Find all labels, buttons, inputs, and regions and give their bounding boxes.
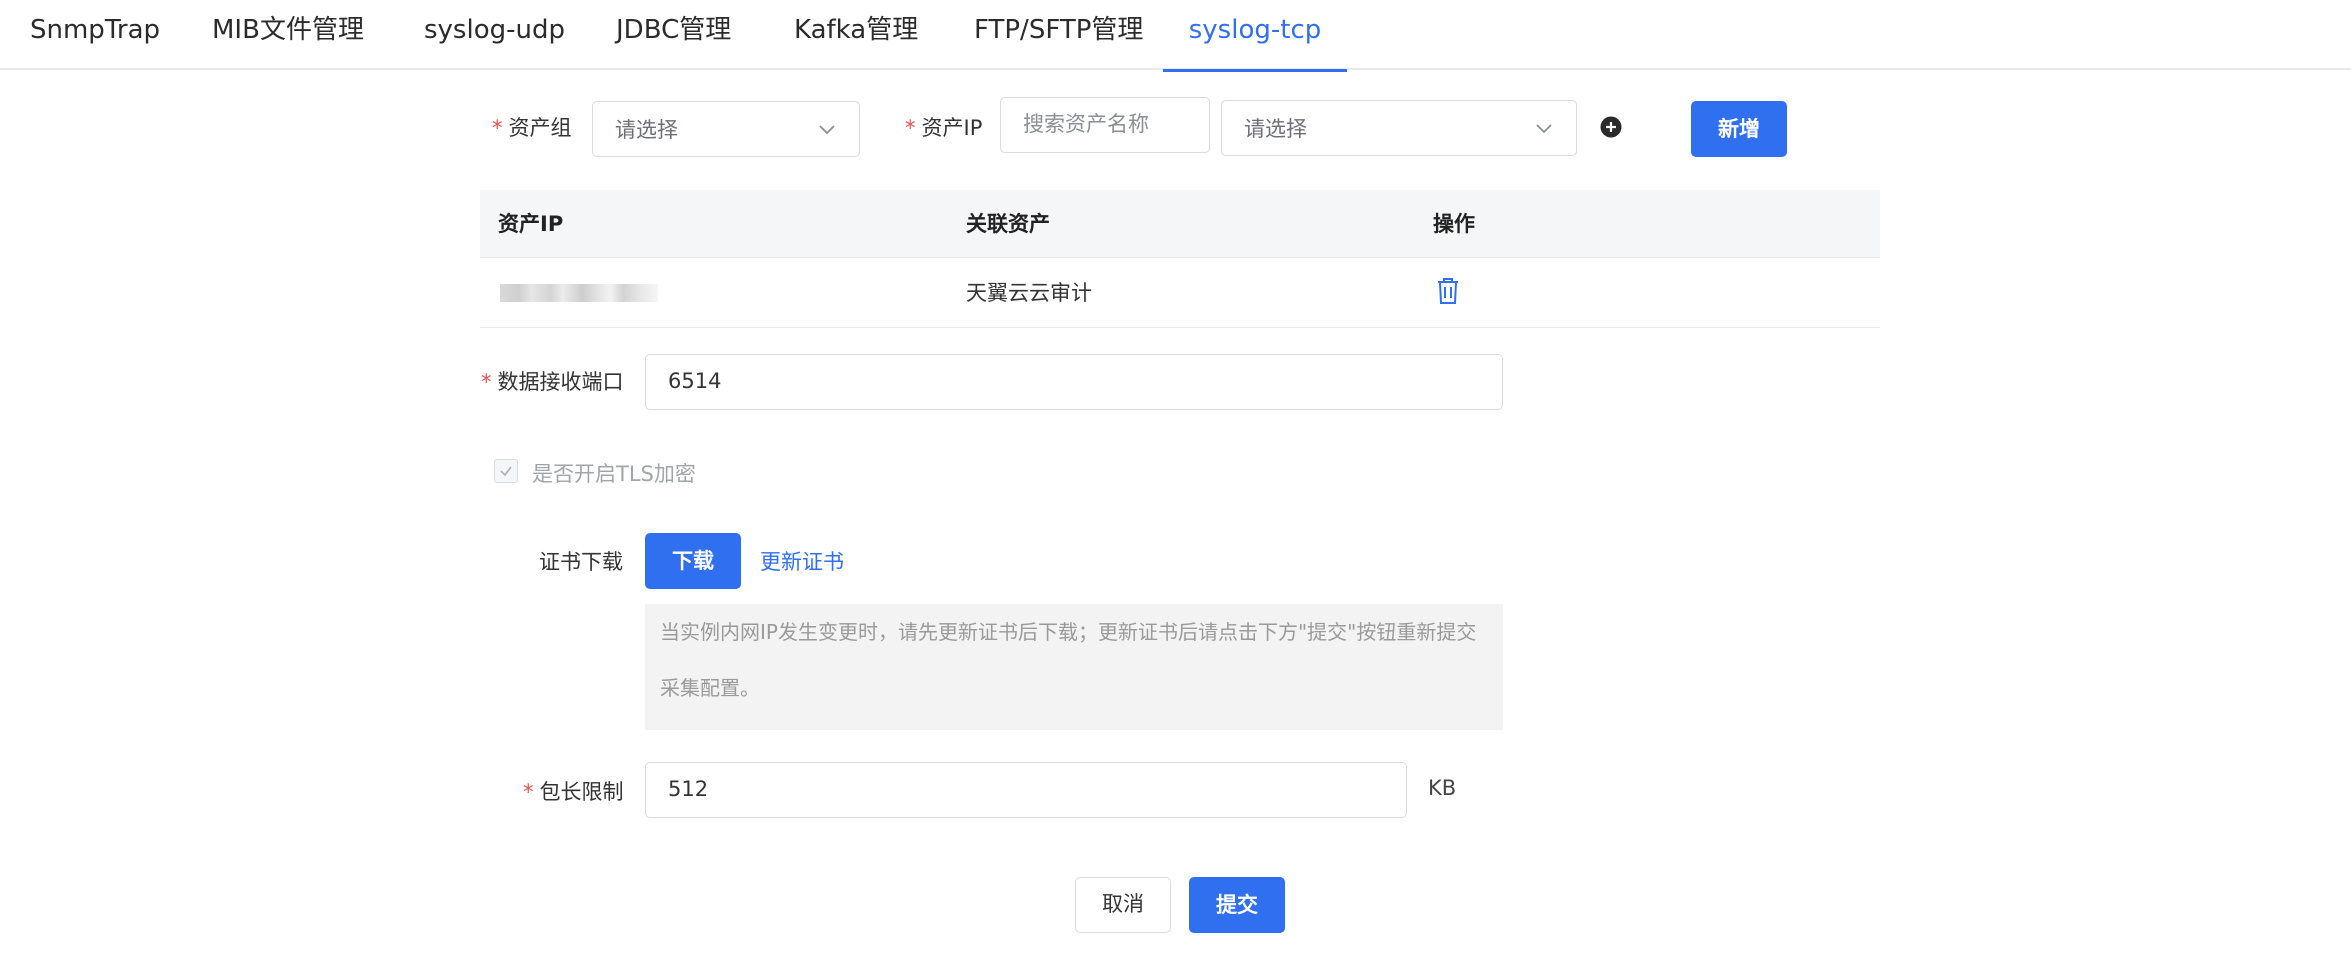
- tls-checkbox[interactable]: [494, 459, 518, 483]
- tab-jdbc[interactable]: JDBC管理: [616, 0, 731, 70]
- asset-name-search-input[interactable]: 搜索资产名称: [1000, 97, 1210, 153]
- trash-icon[interactable]: [1436, 277, 1460, 305]
- column-header-linked-asset: 关联资产: [966, 212, 1050, 236]
- port-input[interactable]: 6514: [645, 354, 1503, 410]
- required-mark: *: [905, 116, 916, 140]
- cert-info-note: 当实例内网IP发生变更时，请先更新证书后下载；更新证书后请点击下方"提交"按钮重…: [645, 604, 1503, 730]
- redacted-ip: [500, 284, 658, 302]
- column-header-actions: 操作: [1433, 212, 1475, 236]
- chevron-down-icon: [1536, 124, 1552, 134]
- table-row: 天翼云云审计: [480, 258, 1880, 328]
- tab-ftp-sftp[interactable]: FTP/SFTP管理: [974, 0, 1143, 70]
- submit-button[interactable]: 提交: [1189, 877, 1285, 933]
- tab-snmptrap[interactable]: SnmpTrap: [30, 0, 160, 70]
- asset-group-label: * 资产组: [492, 112, 572, 142]
- tab-bar: SnmpTrap MIB文件管理 syslog-udp JDBC管理 Kafka…: [0, 0, 2351, 72]
- asset-group-select[interactable]: 请选择: [592, 101, 860, 157]
- port-label-text: 数据接收端口: [497, 370, 624, 394]
- asset-ip-select[interactable]: 请选择: [1221, 100, 1577, 156]
- port-label: * 数据接收端口: [481, 366, 624, 396]
- column-header-asset-ip: 资产IP: [498, 212, 564, 236]
- asset-group-label-text: 资产组: [508, 116, 572, 140]
- linked-asset-cell: 天翼云云审计: [966, 281, 1092, 305]
- packet-limit-label: * 包长限制: [523, 776, 624, 806]
- download-cert-button[interactable]: 下载: [645, 533, 741, 589]
- check-icon: [500, 466, 512, 477]
- packet-unit: KB: [1428, 776, 1457, 800]
- required-mark: *: [492, 116, 503, 140]
- table-header: 资产IP 关联资产 操作: [480, 190, 1880, 258]
- cancel-button[interactable]: 取消: [1075, 877, 1171, 933]
- packet-limit-input[interactable]: 512: [645, 762, 1407, 818]
- required-mark: *: [523, 780, 534, 804]
- tab-syslog-tcp[interactable]: syslog-tcp: [1163, 0, 1347, 72]
- asset-ip-placeholder: 请选择: [1244, 117, 1307, 141]
- asset-ip-label-text: 资产IP: [921, 116, 983, 140]
- tls-label: 是否开启TLS加密: [532, 462, 696, 486]
- asset-group-placeholder: 请选择: [615, 118, 678, 142]
- chevron-down-icon: [819, 125, 835, 135]
- cert-label: 证书下载: [539, 550, 623, 574]
- asset-ip-label: * 资产IP: [905, 112, 982, 142]
- packet-limit-label-text: 包长限制: [539, 780, 624, 804]
- add-circle-icon[interactable]: [1600, 116, 1622, 138]
- tab-kafka[interactable]: Kafka管理: [794, 0, 918, 70]
- tab-mib[interactable]: MIB文件管理: [212, 0, 364, 70]
- update-cert-link[interactable]: 更新证书: [760, 546, 844, 576]
- tab-syslog-udp[interactable]: syslog-udp: [424, 0, 565, 70]
- required-mark: *: [481, 370, 492, 394]
- add-button[interactable]: 新增: [1691, 101, 1787, 157]
